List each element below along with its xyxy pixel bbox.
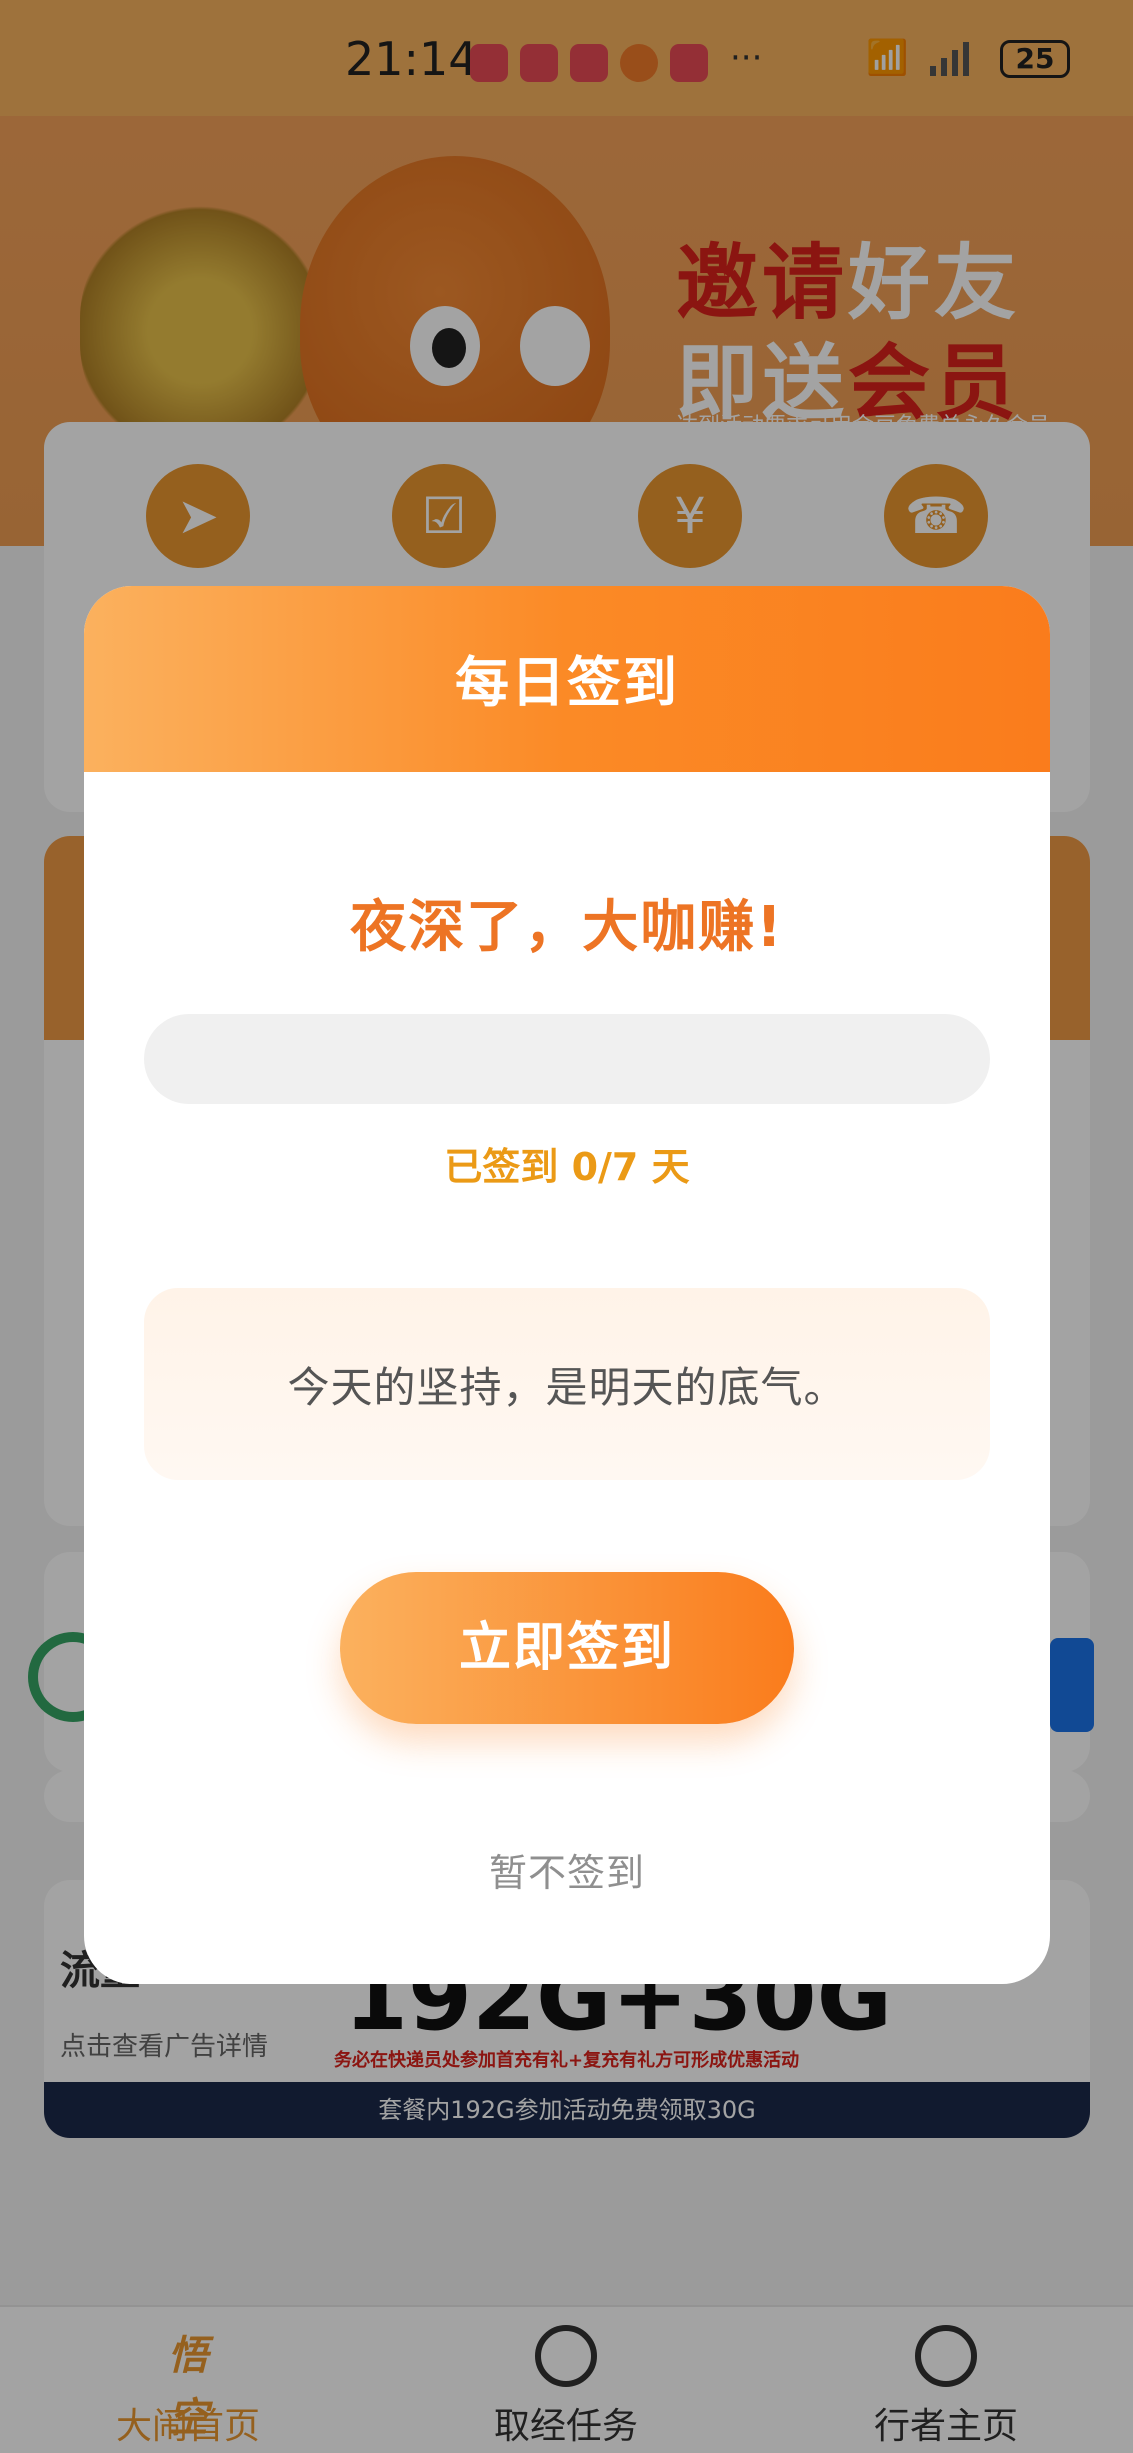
- checkin-progress-label: 已签到 0/7 天: [444, 1145, 690, 1189]
- daily-checkin-dialog: 每日签到 夜深了，大咖赚! 已签到 0/7 天 今天的坚持，是明天的底气。 立即…: [84, 586, 1050, 1984]
- quote-text: 今天的坚持，是明天的底气。: [287, 1363, 847, 1412]
- skip-signin-link[interactable]: 暂不签到: [84, 1842, 1050, 1897]
- sign-in-button[interactable]: 立即签到: [340, 1572, 794, 1724]
- checkin-progress-bar: [144, 1014, 990, 1104]
- greeting-text: 夜深了，大咖赚!: [350, 895, 784, 960]
- dialog-header: 每日签到: [84, 586, 1050, 772]
- dialog-title: 每日签到: [455, 651, 679, 714]
- quote-box: 今天的坚持，是明天的底气。: [144, 1288, 990, 1480]
